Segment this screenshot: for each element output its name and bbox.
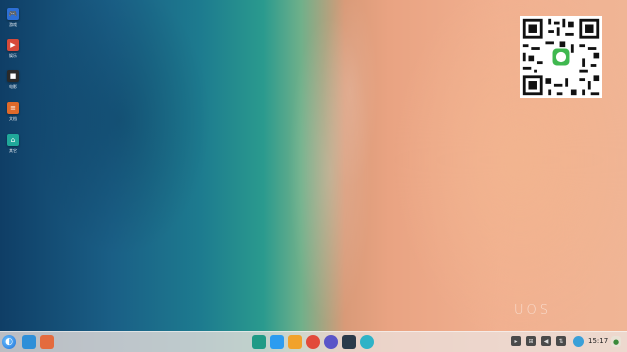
- notification-icon[interactable]: [573, 336, 584, 347]
- uos-watermark: UOS: [514, 303, 551, 318]
- dock: ◐ ▸ ⊞ ◀ ⇅ 15:17 ●: [0, 331, 627, 352]
- multitask-view-icon[interactable]: [22, 335, 36, 349]
- chrome-icon[interactable]: [306, 335, 320, 349]
- desktop-icon-label: 其它: [9, 148, 17, 153]
- tray-app-2-icon[interactable]: ⊞: [526, 336, 536, 346]
- desktop-icon-glyph: ▶: [7, 39, 19, 51]
- app-store-icon[interactable]: [270, 335, 284, 349]
- tray-volume-icon[interactable]: ◀: [541, 336, 551, 346]
- desktop-icon-glyph: ≡: [7, 102, 19, 114]
- deepin-music-icon[interactable]: [360, 335, 374, 349]
- tray-app-1-icon[interactable]: ▸: [511, 336, 521, 346]
- power-icon[interactable]: ●: [611, 336, 621, 347]
- desktop-icon-glyph: ■: [7, 70, 19, 82]
- qr-code-image: [520, 16, 602, 98]
- clock[interactable]: 15:17: [588, 337, 608, 345]
- file-manager-icon[interactable]: [288, 335, 302, 349]
- desktop-view-icon[interactable]: [40, 335, 54, 349]
- desktop-icon-label: 娱乐: [9, 53, 17, 58]
- desktop-icon[interactable]: ■ 电影: [3, 70, 23, 89]
- terminal-icon[interactable]: [252, 335, 266, 349]
- launcher-icon[interactable]: ◐: [2, 335, 16, 349]
- desktop-icon-glyph: ⌂: [7, 134, 19, 146]
- qr-code-widget[interactable]: [520, 16, 602, 98]
- desktop-icon[interactable]: ⌂ 其它: [3, 134, 23, 153]
- desktop-icon[interactable]: ≡ 文档: [3, 102, 23, 121]
- desktop-icon-label: 游戏: [9, 22, 17, 27]
- tray-network-icon[interactable]: ⇅: [556, 336, 566, 346]
- desktop-icon-label: 文档: [9, 116, 17, 121]
- monitor-icon[interactable]: [342, 335, 356, 349]
- browser-icon[interactable]: [324, 335, 338, 349]
- desktop-icon[interactable]: ▶ 娱乐: [3, 39, 23, 58]
- desktop-icon-glyph: 🎮: [7, 8, 19, 20]
- desktop-icon-label: 电影: [9, 84, 17, 89]
- desktop-icon[interactable]: 🎮 游戏: [3, 8, 23, 27]
